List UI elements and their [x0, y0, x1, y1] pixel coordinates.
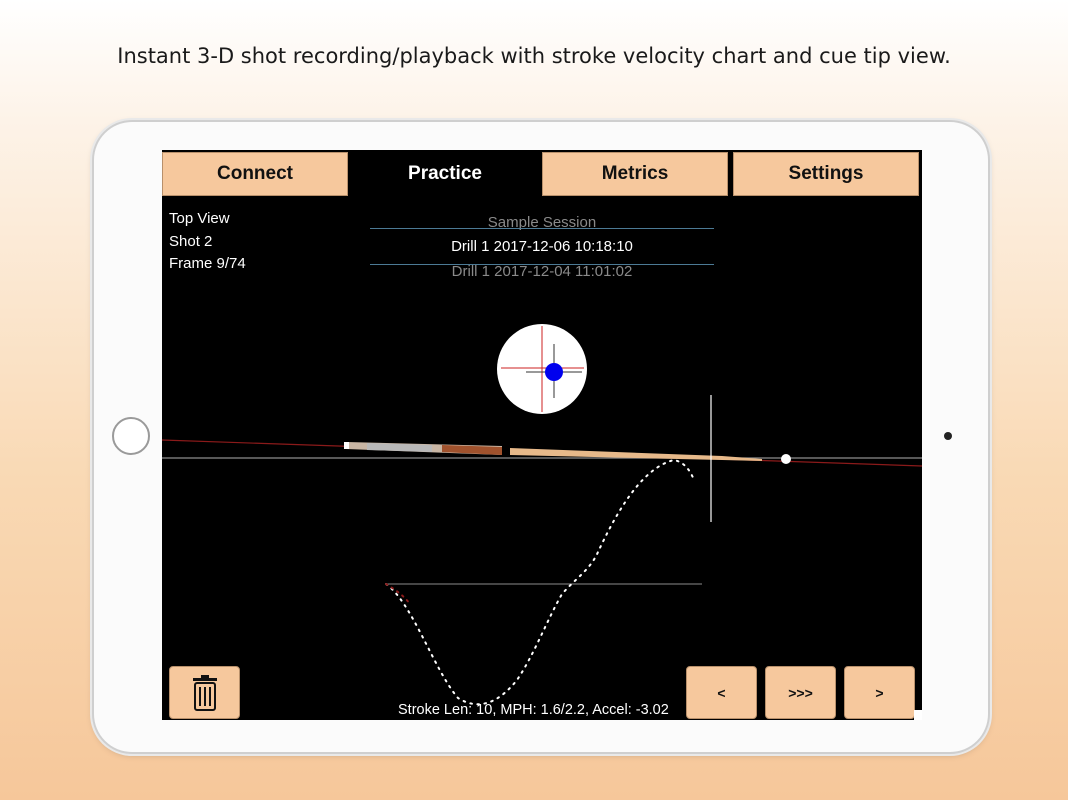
play-button[interactable]: >>>	[765, 666, 836, 719]
velocity-trace	[385, 458, 695, 706]
trash-icon	[192, 674, 217, 711]
tip-contact-marker	[545, 363, 563, 381]
shot-visualization	[162, 324, 922, 706]
stroke-velocity-chart	[385, 458, 702, 706]
caption: Instant 3-D shot recording/playback with…	[117, 44, 951, 68]
app-screen: Connect Practice Metrics Settings Top Vi…	[162, 150, 922, 720]
stroke-stats: Stroke Len: 10, MPH: 1.6/2.2, Accel: -3.…	[398, 702, 669, 718]
camera-dot	[944, 432, 952, 440]
next-frame-button[interactable]: >	[844, 666, 915, 719]
home-button[interactable]	[112, 417, 150, 455]
cue-tip-view	[497, 324, 587, 414]
cue-ball	[781, 454, 791, 464]
velocity-trace-start	[385, 583, 411, 605]
delete-button[interactable]	[169, 666, 240, 719]
screen-corner-artifact	[914, 710, 922, 720]
previous-frame-button[interactable]: <	[686, 666, 757, 719]
